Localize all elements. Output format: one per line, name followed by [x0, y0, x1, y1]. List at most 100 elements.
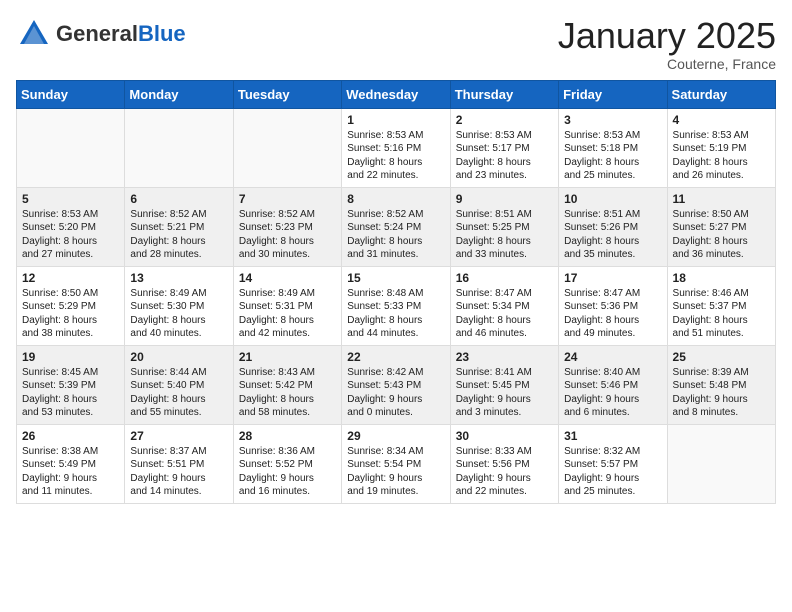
calendar-day-24: 24 Sunrise: 8:40 AM Sunset: 5:46 PM Dayli…	[559, 345, 667, 424]
calendar-week-row: 26Sunrise: 8:38 AM Sunset: 5:49 PM Dayli…	[17, 424, 776, 503]
calendar-day-empty	[233, 108, 341, 187]
calendar-day-31: 31 Sunrise: 8:32 AM Sunset: 5:57 PM Dayli…	[559, 424, 667, 503]
calendar-day-25: 25 Sunrise: 8:39 AM Sunset: 5:48 PM Dayli…	[667, 345, 775, 424]
day-number: 30	[456, 429, 553, 443]
day-info: Sunrise: 8:32 AM Sunset: 5:57 PM Dayligh…	[564, 445, 661, 499]
calendar-day-10: 10 Sunrise: 8:51 AM Sunset: 5:26 PM Dayli…	[559, 187, 667, 266]
calendar-day-26: 26Sunrise: 8:38 AM Sunset: 5:49 PM Dayli…	[17, 424, 125, 503]
day-info: Sunrise: 8:33 AM Sunset: 5:56 PM Dayligh…	[456, 445, 553, 499]
logo-text: GeneralBlue	[56, 21, 186, 46]
day-info: Sunrise: 8:53 AM Sunset: 5:18 PM Dayligh…	[564, 129, 661, 183]
day-number: 18	[673, 271, 770, 285]
calendar-day-27: 27Sunrise: 8:37 AM Sunset: 5:51 PM Dayli…	[125, 424, 233, 503]
day-info: Sunrise: 8:47 AM Sunset: 5:34 PM Dayligh…	[456, 287, 553, 341]
calendar-day-18: 18Sunrise: 8:46 AM Sunset: 5:37 PM Dayli…	[667, 266, 775, 345]
day-number: 8	[347, 192, 444, 206]
day-number: 20	[130, 350, 227, 364]
calendar-day-15: 15 Sunrise: 8:48 AM Sunset: 5:33 PM Dayli…	[342, 266, 450, 345]
calendar-day-14: 14Sunrise: 8:49 AM Sunset: 5:31 PM Dayli…	[233, 266, 341, 345]
day-number: 2	[456, 113, 553, 127]
day-number: 15	[347, 271, 444, 285]
day-number: 27	[130, 429, 227, 443]
day-info: Sunrise: 8:40 AM Sunset: 5:46 PM Dayligh…	[564, 366, 661, 420]
weekday-header-tuesday: Tuesday	[233, 80, 341, 108]
day-info: Sunrise: 8:52 AM Sunset: 5:21 PM Dayligh…	[130, 208, 227, 262]
day-number: 22	[347, 350, 444, 364]
day-number: 17	[564, 271, 661, 285]
day-info: Sunrise: 8:53 AM Sunset: 5:19 PM Dayligh…	[673, 129, 770, 183]
weekday-header-wednesday: Wednesday	[342, 80, 450, 108]
calendar-day-20: 20Sunrise: 8:44 AM Sunset: 5:40 PM Dayli…	[125, 345, 233, 424]
month-title: January 2025	[558, 16, 776, 56]
calendar-day-19: 19 Sunrise: 8:45 AM Sunset: 5:39 PM Dayli…	[17, 345, 125, 424]
calendar-day-11: 11 Sunrise: 8:50 AM Sunset: 5:27 PM Dayli…	[667, 187, 775, 266]
day-info: Sunrise: 8:51 AM Sunset: 5:26 PM Dayligh…	[564, 208, 661, 262]
day-number: 9	[456, 192, 553, 206]
calendar-day-30: 30 Sunrise: 8:33 AM Sunset: 5:56 PM Dayli…	[450, 424, 558, 503]
calendar-day-13: 13Sunrise: 8:49 AM Sunset: 5:30 PM Dayli…	[125, 266, 233, 345]
calendar-day-28: 28 Sunrise: 8:36 AM Sunset: 5:52 PM Dayli…	[233, 424, 341, 503]
day-number: 25	[673, 350, 770, 364]
calendar-day-3: 3 Sunrise: 8:53 AM Sunset: 5:18 PM Daylig…	[559, 108, 667, 187]
day-info: Sunrise: 8:52 AM Sunset: 5:23 PM Dayligh…	[239, 208, 336, 262]
day-number: 4	[673, 113, 770, 127]
calendar-day-12: 12 Sunrise: 8:50 AM Sunset: 5:29 PM Dayli…	[17, 266, 125, 345]
day-info: Sunrise: 8:41 AM Sunset: 5:45 PM Dayligh…	[456, 366, 553, 420]
day-number: 1	[347, 113, 444, 127]
calendar-week-row: 5Sunrise: 8:53 AM Sunset: 5:20 PM Daylig…	[17, 187, 776, 266]
weekday-header-row: SundayMondayTuesdayWednesdayThursdayFrid…	[17, 80, 776, 108]
day-info: Sunrise: 8:36 AM Sunset: 5:52 PM Dayligh…	[239, 445, 336, 499]
calendar-day-21: 21Sunrise: 8:43 AM Sunset: 5:42 PM Dayli…	[233, 345, 341, 424]
calendar-day-7: 7 Sunrise: 8:52 AM Sunset: 5:23 PM Daylig…	[233, 187, 341, 266]
day-number: 23	[456, 350, 553, 364]
title-block: January 2025 Couterne, France	[558, 16, 776, 72]
day-info: Sunrise: 8:53 AM Sunset: 5:17 PM Dayligh…	[456, 129, 553, 183]
day-number: 29	[347, 429, 444, 443]
calendar-day-9: 9 Sunrise: 8:51 AM Sunset: 5:25 PM Daylig…	[450, 187, 558, 266]
calendar-day-empty	[667, 424, 775, 503]
day-number: 26	[22, 429, 119, 443]
calendar-week-row: 12 Sunrise: 8:50 AM Sunset: 5:29 PM Dayli…	[17, 266, 776, 345]
day-info: Sunrise: 8:53 AM Sunset: 5:16 PM Dayligh…	[347, 129, 444, 183]
day-number: 3	[564, 113, 661, 127]
day-number: 11	[673, 192, 770, 206]
calendar-day-5: 5Sunrise: 8:53 AM Sunset: 5:20 PM Daylig…	[17, 187, 125, 266]
logo: GeneralBlue	[16, 16, 186, 52]
calendar-day-6: 6 Sunrise: 8:52 AM Sunset: 5:21 PM Daylig…	[125, 187, 233, 266]
day-number: 31	[564, 429, 661, 443]
calendar-week-row: 1 Sunrise: 8:53 AM Sunset: 5:16 PM Daylig…	[17, 108, 776, 187]
day-number: 6	[130, 192, 227, 206]
day-info: Sunrise: 8:50 AM Sunset: 5:29 PM Dayligh…	[22, 287, 119, 341]
day-info: Sunrise: 8:34 AM Sunset: 5:54 PM Dayligh…	[347, 445, 444, 499]
day-info: Sunrise: 8:49 AM Sunset: 5:31 PM Dayligh…	[239, 287, 336, 341]
day-number: 19	[22, 350, 119, 364]
calendar-table: SundayMondayTuesdayWednesdayThursdayFrid…	[16, 80, 776, 504]
day-info: Sunrise: 8:51 AM Sunset: 5:25 PM Dayligh…	[456, 208, 553, 262]
day-number: 24	[564, 350, 661, 364]
day-number: 7	[239, 192, 336, 206]
day-info: Sunrise: 8:47 AM Sunset: 5:36 PM Dayligh…	[564, 287, 661, 341]
day-number: 13	[130, 271, 227, 285]
calendar-day-2: 2 Sunrise: 8:53 AM Sunset: 5:17 PM Daylig…	[450, 108, 558, 187]
day-info: Sunrise: 8:39 AM Sunset: 5:48 PM Dayligh…	[673, 366, 770, 420]
weekday-header-monday: Monday	[125, 80, 233, 108]
weekday-header-saturday: Saturday	[667, 80, 775, 108]
day-number: 10	[564, 192, 661, 206]
day-info: Sunrise: 8:50 AM Sunset: 5:27 PM Dayligh…	[673, 208, 770, 262]
calendar-day-empty	[17, 108, 125, 187]
day-info: Sunrise: 8:45 AM Sunset: 5:39 PM Dayligh…	[22, 366, 119, 420]
weekday-header-friday: Friday	[559, 80, 667, 108]
calendar-day-23: 23 Sunrise: 8:41 AM Sunset: 5:45 PM Dayli…	[450, 345, 558, 424]
day-number: 12	[22, 271, 119, 285]
day-info: Sunrise: 8:52 AM Sunset: 5:24 PM Dayligh…	[347, 208, 444, 262]
location: Couterne, France	[558, 56, 776, 72]
day-number: 21	[239, 350, 336, 364]
calendar-day-1: 1 Sunrise: 8:53 AM Sunset: 5:16 PM Daylig…	[342, 108, 450, 187]
day-number: 16	[456, 271, 553, 285]
day-number: 28	[239, 429, 336, 443]
day-info: Sunrise: 8:53 AM Sunset: 5:20 PM Dayligh…	[22, 208, 119, 262]
day-info: Sunrise: 8:48 AM Sunset: 5:33 PM Dayligh…	[347, 287, 444, 341]
day-info: Sunrise: 8:42 AM Sunset: 5:43 PM Dayligh…	[347, 366, 444, 420]
calendar-day-16: 16 Sunrise: 8:47 AM Sunset: 5:34 PM Dayli…	[450, 266, 558, 345]
weekday-header-thursday: Thursday	[450, 80, 558, 108]
